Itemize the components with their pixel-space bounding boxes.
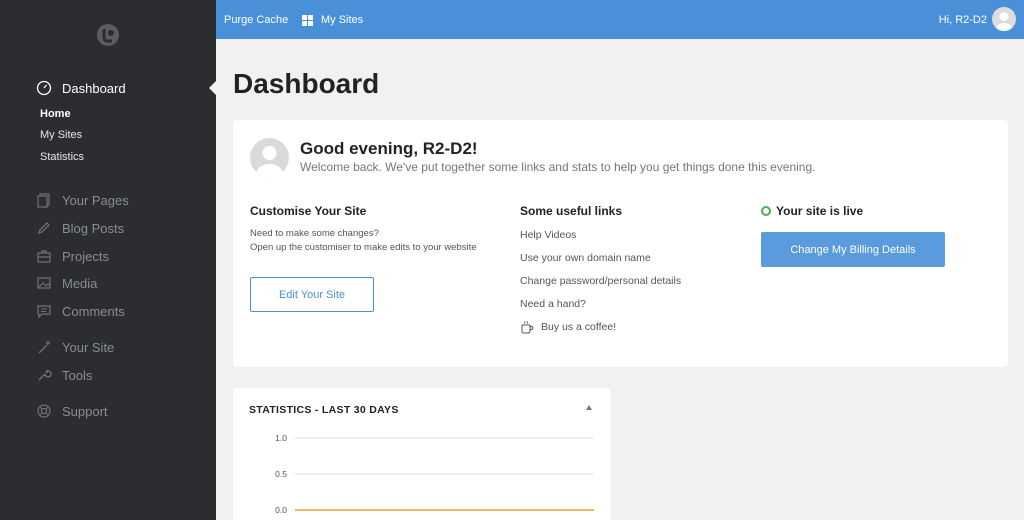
sidebar-item-blog-posts[interactable]: Blog Posts [36, 218, 124, 238]
sidebar-item-label: Your Site [62, 339, 115, 355]
pencil-icon [38, 222, 50, 234]
pages-icon [37, 193, 50, 208]
link-change-password[interactable]: Change password/personal details [520, 275, 681, 288]
edit-site-button[interactable]: Edit Your Site [250, 277, 374, 312]
sidebar-subitem-my-sites[interactable]: My Sites [40, 128, 82, 142]
sidebar-item-comments[interactable]: Comments [36, 301, 125, 321]
sidebar-subitem-statistics[interactable]: Statistics [40, 150, 84, 164]
sidebar-item-label: Blog Posts [62, 220, 125, 236]
sidebar-item-tools[interactable]: Tools [36, 365, 92, 385]
active-indicator [209, 81, 216, 95]
sidebar-item-label: Support [62, 403, 108, 419]
statistics-chart: 1.0 0.5 0.0 [275, 433, 594, 515]
sidebar-item-support[interactable]: Support [36, 401, 108, 421]
link-need-a-hand[interactable]: Need a hand? [520, 298, 586, 311]
gauge-icon [36, 80, 52, 96]
sidebar-item-label: Your Pages [62, 192, 129, 208]
change-billing-button[interactable]: Change My Billing Details [761, 232, 945, 267]
purge-cache-link[interactable]: Purge Cache [224, 13, 288, 27]
coffee-cup-icon [521, 321, 534, 334]
avatar[interactable] [992, 7, 1016, 31]
my-sites-link[interactable]: My Sites [302, 13, 363, 27]
user-icon [256, 146, 283, 177]
useful-links-title: Some useful links [520, 204, 623, 218]
y-tick-label: 1.0 [275, 433, 287, 443]
briefcase-icon [37, 250, 51, 263]
lifebuoy-icon [37, 404, 51, 418]
sidebar-item-your-pages[interactable]: Your Pages [36, 190, 129, 210]
status-indicator-icon [761, 206, 771, 216]
customise-title: Customise Your Site [250, 204, 367, 218]
sidebar-item-label: Dashboard [62, 80, 126, 96]
my-sites-label: My Sites [321, 14, 364, 26]
sidebar: Dashboard Home My Sites Statistics Your … [0, 0, 216, 520]
top-bar: Purge Cache My Sites Hi, R2-D2 [216, 0, 1024, 39]
link-help-videos[interactable]: Help Videos [520, 229, 576, 242]
welcome-card: Good evening, R2-D2! Welcome back. We've… [233, 120, 1008, 367]
sidebar-subitem-home[interactable]: Home [40, 107, 71, 121]
y-tick-label: 0.0 [275, 505, 287, 515]
image-icon [37, 277, 51, 289]
site-status: Your site is live [761, 204, 863, 218]
wrench-icon [38, 369, 52, 381]
link-buy-coffee[interactable]: Buy us a coffee! [520, 320, 616, 334]
welcome-title: Good evening, R2-D2! [300, 139, 478, 158]
customise-line-1: Need to make some changes? [250, 228, 379, 239]
sidebar-item-projects[interactable]: Projects [36, 246, 109, 266]
user-icon [996, 12, 1012, 31]
site-status-label: Your site is live [776, 204, 864, 218]
link-domain-name[interactable]: Use your own domain name [520, 252, 651, 265]
user-greeting[interactable]: Hi, R2-D2 [939, 13, 987, 27]
welcome-subtitle: Welcome back. We've put together some li… [300, 160, 816, 174]
statistics-card: STATISTICS - LAST 30 DAYS 1.0 0.5 0.0 [233, 388, 611, 520]
coffee-label: Buy us a coffee! [541, 321, 617, 333]
sidebar-item-your-site[interactable]: Your Site [36, 337, 114, 357]
sidebar-item-label: Comments [62, 303, 125, 319]
grid-icon [302, 14, 313, 26]
y-tick-label: 0.5 [275, 469, 287, 479]
sidebar-item-label: Tools [62, 367, 93, 383]
sidebar-item-label: Projects [62, 248, 109, 264]
comment-icon [37, 305, 51, 319]
sidebar-item-media[interactable]: Media [36, 273, 97, 293]
sidebar-item-dashboard[interactable]: Dashboard [36, 78, 126, 98]
avatar [250, 138, 289, 177]
sidebar-item-label: Media [62, 275, 98, 291]
logo-icon[interactable] [95, 22, 121, 48]
page-title: Dashboard [233, 68, 380, 99]
statistics-title: STATISTICS - LAST 30 DAYS [249, 404, 399, 416]
collapse-icon[interactable] [586, 405, 592, 410]
wand-icon [38, 340, 51, 354]
customise-line-2: Open up the customiser to make edits to … [250, 242, 477, 253]
